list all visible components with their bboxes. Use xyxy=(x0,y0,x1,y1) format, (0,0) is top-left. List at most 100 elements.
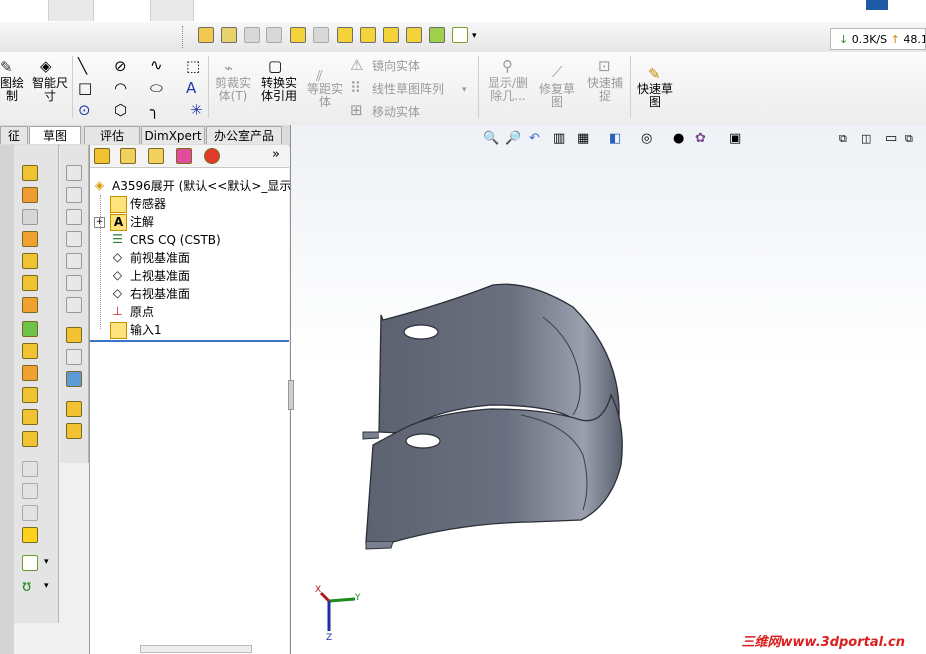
command-manager: ✎ 图绘制 ◈ 智能尺寸 ╲ ⊘ ∿ ⬚ □ ◠ ⬭ A ⊙ ⬡ ╮ ✳ ⌁ 剪… xyxy=(0,52,926,126)
more-tabs-icon[interactable]: » xyxy=(272,147,280,162)
feature-tree-tab-icon[interactable] xyxy=(94,148,110,164)
mirror-feature-icon[interactable] xyxy=(22,431,38,447)
horizontal-scrollbar[interactable] xyxy=(140,645,252,653)
gray-feature-icon[interactable] xyxy=(22,505,38,521)
circle-icon[interactable]: ⊘ xyxy=(114,58,127,74)
x-axis-label: X xyxy=(315,585,322,595)
sketch-toolbar: ▾ ↓ 0.3K/S ↑ 48.1 xyxy=(0,22,926,53)
gray-feature-icon[interactable] xyxy=(22,461,38,477)
extrude-icon[interactable] xyxy=(290,27,306,43)
view-cube-icon[interactable] xyxy=(66,209,82,225)
property-tab-icon[interactable] xyxy=(120,148,136,164)
doc-tab[interactable] xyxy=(48,0,94,21)
curve-icon[interactable]: ʊ xyxy=(22,577,31,595)
sweep-icon[interactable] xyxy=(22,209,38,225)
logo-icon xyxy=(866,0,888,10)
rectangle-icon[interactable]: □ xyxy=(78,80,92,96)
offset-button[interactable]: 等距实体 xyxy=(304,83,346,109)
view-cube-icon[interactable] xyxy=(66,187,82,203)
shell-icon[interactable] xyxy=(22,321,38,337)
spline-icon[interactable]: ∿ xyxy=(150,57,163,73)
toolbar-grip[interactable] xyxy=(182,26,185,48)
rollback-bar[interactable] xyxy=(90,340,289,342)
ellipse-icon[interactable]: ⬭ xyxy=(150,80,163,96)
view-cube-icon[interactable] xyxy=(66,253,82,269)
mirror-button[interactable]: 镜向实体 xyxy=(372,60,420,73)
dropdown-icon[interactable]: ▾ xyxy=(44,557,49,567)
instant3d-icon[interactable] xyxy=(22,555,38,571)
fillet-icon[interactable]: ╮ xyxy=(150,102,159,118)
dome-icon[interactable] xyxy=(22,387,38,403)
display-tab-icon[interactable] xyxy=(204,148,220,164)
y-axis-label: Y xyxy=(355,593,361,603)
convert-small-icon[interactable] xyxy=(66,423,82,439)
tab-sketch[interactable]: 草图 xyxy=(29,126,81,144)
trim-icon: ⌁ xyxy=(224,59,234,77)
sketch-button[interactable]: 图绘制 xyxy=(0,77,24,103)
move-entities-button[interactable]: 移动实体 xyxy=(372,106,420,119)
hole-icon[interactable] xyxy=(22,365,38,381)
instant3d-icon[interactable] xyxy=(406,27,422,43)
draft-icon[interactable] xyxy=(22,343,38,359)
smart-dimension-button[interactable]: 智能尺寸 xyxy=(30,77,70,103)
quick-snaps-button[interactable]: 快速捕捉 xyxy=(584,77,626,103)
tab-office[interactable]: 办公室产品 xyxy=(206,126,282,144)
dropdown-icon[interactable]: ▾ xyxy=(44,581,49,591)
polygon-icon[interactable]: ⬡ xyxy=(114,102,127,118)
base-flange-icon[interactable] xyxy=(383,27,399,43)
gray-feature-icon[interactable] xyxy=(22,483,38,499)
extrude-boss-icon[interactable] xyxy=(22,165,38,181)
feature-icon[interactable] xyxy=(429,27,445,43)
ref-axis-icon[interactable] xyxy=(266,27,282,43)
view-cube-icon[interactable] xyxy=(66,165,82,181)
relation-icon[interactable] xyxy=(66,349,82,365)
config-tab-icon[interactable] xyxy=(148,148,164,164)
view-cube-icon[interactable] xyxy=(66,297,82,313)
separator xyxy=(72,56,73,118)
trim-button[interactable]: 剪裁实 体(T) xyxy=(212,77,254,103)
dropdown-icon[interactable]: ▾ xyxy=(462,85,467,95)
coordinate-triad xyxy=(319,591,356,631)
block-insert-icon[interactable] xyxy=(66,371,82,387)
rapid-sketch-button[interactable]: 快速草图 xyxy=(634,83,676,109)
display-delete-relations-button[interactable]: 显示/删 除几... xyxy=(486,77,530,103)
text-sketch-icon[interactable]: ⬚ xyxy=(186,58,200,74)
loft-icon[interactable] xyxy=(22,231,38,247)
fillet-feature-icon[interactable] xyxy=(22,253,38,269)
panel-splitter[interactable] xyxy=(288,380,294,410)
point-icon[interactable]: ✳ xyxy=(190,102,203,118)
convert-entities-button[interactable]: 转换实 体引用 xyxy=(258,77,300,103)
rib-icon[interactable] xyxy=(22,297,38,313)
convert-small-icon[interactable] xyxy=(66,401,82,417)
line-icon[interactable]: ╲ xyxy=(78,58,87,74)
expand-icon[interactable]: + xyxy=(94,217,105,228)
revolve-icon[interactable] xyxy=(22,187,38,203)
view-cube-icon[interactable] xyxy=(66,275,82,291)
sketch-plane-icon[interactable] xyxy=(221,27,237,43)
3d-sketch-icon[interactable] xyxy=(198,27,214,43)
ref-geom-icon[interactable] xyxy=(244,27,260,43)
chamfer-icon[interactable] xyxy=(22,275,38,291)
block-icon[interactable] xyxy=(337,27,353,43)
pattern-icon[interactable] xyxy=(22,409,38,425)
tab-features[interactable]: 征 xyxy=(0,126,28,144)
sketch-icon[interactable] xyxy=(360,27,376,43)
arc-icon[interactable]: ◠ xyxy=(114,80,127,96)
view-cube-icon[interactable] xyxy=(66,231,82,247)
part-model[interactable] xyxy=(291,125,926,654)
linear-pattern-button[interactable]: 线性草图阵列 xyxy=(372,83,444,96)
graphics-area[interactable]: 🔍 🔎 ↶ ▥ ▦ ◧ ◎ ● ✿ ▣ ⧉ ◫ ▭ ⧉ X Y Z 三维网www… xyxy=(290,125,926,654)
dimxpert-tab-icon[interactable] xyxy=(176,148,192,164)
text-icon[interactable]: A xyxy=(186,80,196,96)
repair-sketch-button[interactable]: 修复草图 xyxy=(536,83,578,109)
doc-tab[interactable] xyxy=(150,0,194,21)
sketch-edit-icon[interactable] xyxy=(66,327,82,343)
tree-item-label: CRS CQ (CSTB) xyxy=(130,233,221,247)
tab-dimxpert[interactable]: DimXpert xyxy=(141,126,205,144)
cut-icon[interactable] xyxy=(313,27,329,43)
tab-evaluate[interactable]: 评估 xyxy=(84,126,140,144)
slot-icon[interactable]: ⊙ xyxy=(78,102,91,118)
insert-part-icon[interactable] xyxy=(22,527,38,543)
wand-icon[interactable] xyxy=(452,27,468,43)
dropdown-icon[interactable]: ▾ xyxy=(472,31,477,41)
